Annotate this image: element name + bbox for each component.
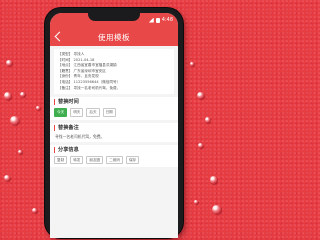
phone-frame: 4:48 使用模板 【类型】 寻找人 【时间】 2021-04-18 【地点】 … [45, 8, 183, 238]
phone-screen: 4:48 使用模板 【类型】 寻找人 【时间】 2021-04-18 【地点】 … [50, 13, 178, 238]
replace-time-section: 替换时间 今天 明天 后天 日期 [50, 97, 178, 120]
water-drop [4, 92, 11, 100]
water-drop [210, 176, 217, 184]
status-time: 4:48 [161, 17, 173, 23]
share-forward-button[interactable]: 转发 [70, 155, 84, 165]
water-drop [205, 117, 210, 123]
status-bar: 4:48 [50, 13, 178, 29]
water-drop [4, 175, 10, 181]
water-drop [6, 60, 12, 66]
back-arrow-icon[interactable] [54, 31, 65, 42]
water-drop [194, 200, 198, 204]
water-drop [198, 143, 203, 148]
share-copy-button[interactable]: 复制 [54, 155, 68, 165]
share-title: 分享信息 [54, 146, 174, 153]
water-drop [10, 116, 19, 125]
share-save-button[interactable]: 保存 [125, 155, 140, 165]
share-moments-button[interactable]: 朋友圈 [86, 155, 104, 165]
water-drop [190, 62, 194, 66]
template-info-card: 【类型】 寻找人 【时间】 2021-04-18 【地点】 江西省宜春市宜福县洪… [54, 49, 174, 95]
share-options: 复制 转发 朋友圈 二维码 保存 [54, 155, 174, 165]
time-option-day-after[interactable]: 后天 [86, 108, 100, 117]
time-option-date[interactable]: 日期 [102, 108, 116, 117]
replace-note-section: 替换备注 寻找一名老司机代驾，免费。 [50, 122, 178, 142]
water-drop [36, 106, 40, 110]
time-option-tomorrow[interactable]: 明天 [70, 108, 84, 117]
water-drop [18, 150, 22, 154]
water-drop [20, 92, 25, 97]
page-title: 使用模板 [98, 33, 130, 42]
signal-icon [148, 17, 154, 23]
water-drop [32, 208, 37, 213]
info-note: 【备注】 寻找一名老司机代驾，免费。 [58, 85, 121, 90]
time-options: 今天 明天 后天 日期 [54, 108, 174, 117]
camera-notch [88, 13, 140, 21]
battery-icon [155, 17, 160, 23]
water-drop [212, 205, 221, 214]
water-drop [197, 92, 204, 99]
replace-time-title: 替换时间 [54, 99, 174, 106]
replace-note-title: 替换备注 [54, 124, 174, 131]
time-option-today[interactable]: 今天 [54, 108, 68, 117]
title-bar: 使用模板 [50, 29, 178, 46]
status-indicators: 4:48 [148, 17, 173, 23]
share-section: 分享信息 复制 转发 朋友圈 二维码 保存 [50, 144, 178, 168]
share-qrcode-button[interactable]: 二维码 [106, 155, 123, 165]
note-input[interactable]: 寻找一名老司机代驾，免费。 [54, 134, 174, 139]
